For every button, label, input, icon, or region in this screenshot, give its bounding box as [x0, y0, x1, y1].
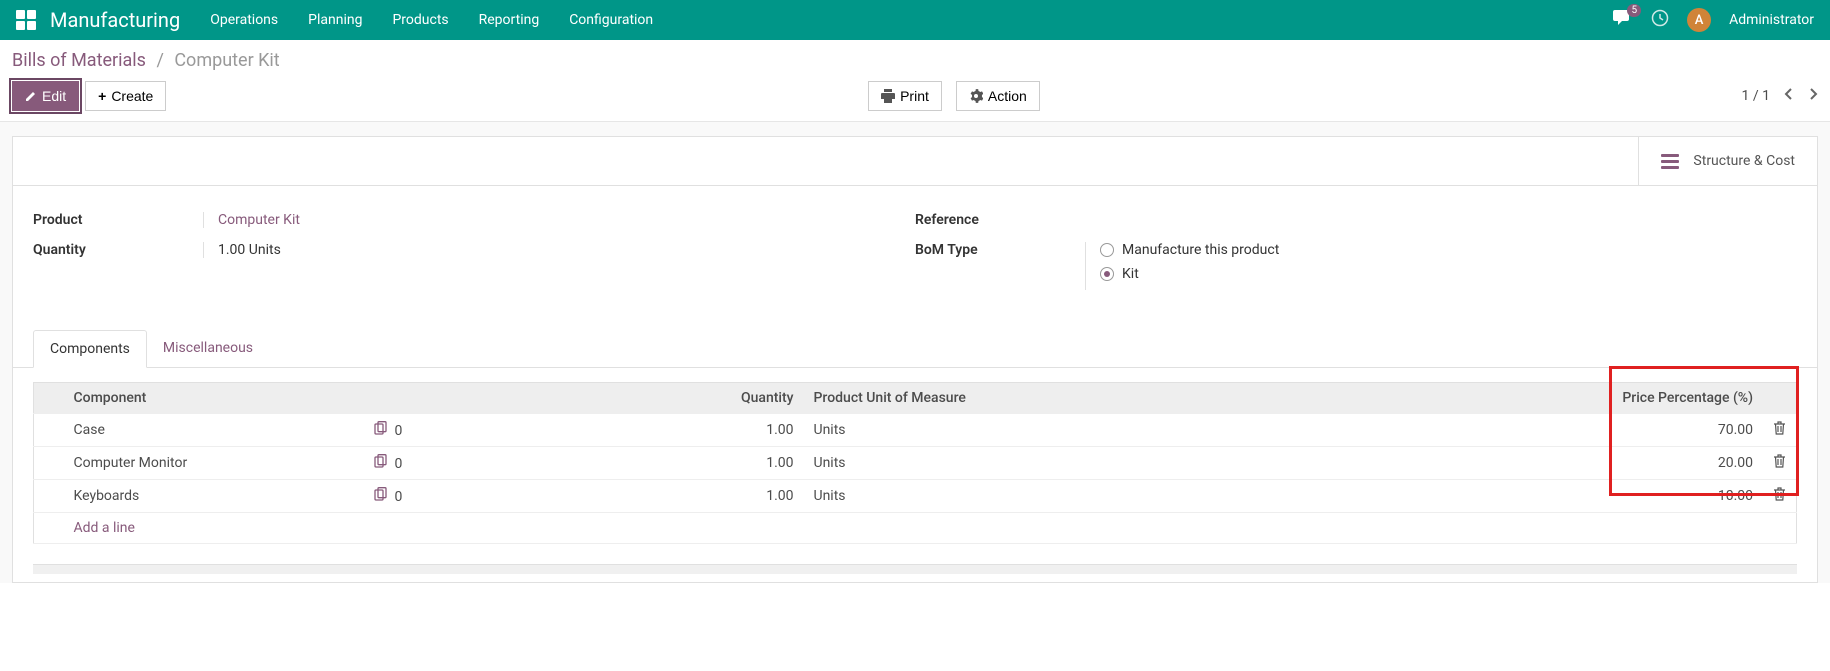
cell-sub: 0 — [394, 423, 402, 439]
user-avatar[interactable]: A — [1687, 8, 1711, 32]
bom-type-kit[interactable]: Kit — [1100, 266, 1797, 282]
cell-component: Computer Monitor — [64, 447, 364, 480]
highlight-annotation — [1609, 366, 1799, 496]
structure-cost-button[interactable]: Structure & Cost — [1638, 137, 1817, 185]
pager-prev-icon[interactable] — [1784, 87, 1794, 105]
reference-label: Reference — [915, 212, 1085, 228]
cell-qty: 1.00 — [444, 447, 804, 480]
pencil-icon — [25, 90, 37, 102]
radio-checked-icon — [1100, 267, 1114, 281]
bars-icon — [1661, 154, 1679, 169]
cell-component: Keyboards — [64, 480, 364, 513]
tabs: Components Miscellaneous — [13, 330, 1817, 368]
cell-qty: 1.00 — [444, 414, 804, 447]
th-component[interactable]: Component — [64, 383, 364, 414]
pager-text[interactable]: 1 / 1 — [1742, 88, 1770, 104]
add-line-row: Add a line — [34, 513, 1797, 544]
add-line-link[interactable]: Add a line — [74, 520, 135, 536]
user-name[interactable]: Administrator — [1729, 12, 1814, 28]
menu-configuration[interactable]: Configuration — [569, 12, 653, 28]
cell-uom: Units — [804, 414, 1204, 447]
components-table: Component Quantity Product Unit of Measu… — [33, 382, 1797, 544]
radio-icon — [1100, 243, 1114, 257]
messaging-icon[interactable]: 5 — [1613, 10, 1633, 30]
table-row[interactable]: Case 0 1.00 Units 70.00 — [34, 414, 1797, 447]
tab-components[interactable]: Components — [33, 330, 147, 368]
copy-icon[interactable] — [374, 423, 391, 439]
copy-icon[interactable] — [374, 489, 391, 505]
product-label: Product — [33, 212, 203, 228]
breadcrumb: Bills of Materials / Computer Kit — [12, 50, 1818, 71]
menu-operations[interactable]: Operations — [210, 12, 278, 28]
edit-button[interactable]: Edit — [12, 81, 79, 111]
cell-sub: 0 — [394, 456, 402, 472]
cell-qty: 1.00 — [444, 480, 804, 513]
message-count-badge: 5 — [1627, 4, 1641, 17]
create-button[interactable]: + Create — [85, 81, 166, 111]
bom-type-radios: Manufacture this product Kit — [1085, 242, 1797, 290]
horizontal-scrollbar[interactable] — [33, 564, 1797, 574]
tab-miscellaneous[interactable]: Miscellaneous — [147, 330, 269, 367]
apps-icon[interactable] — [16, 10, 36, 30]
bom-type-label: BoM Type — [915, 242, 1085, 258]
plus-icon: + — [98, 88, 106, 104]
table-row[interactable]: Computer Monitor 0 1.00 Units 20.00 — [34, 447, 1797, 480]
cell-sub: 0 — [394, 489, 402, 505]
form-sheet: Structure & Cost Product Computer Kit Qu… — [12, 136, 1818, 583]
top-navbar: Manufacturing Operations Planning Produc… — [0, 0, 1830, 40]
th-uom[interactable]: Product Unit of Measure — [804, 383, 1204, 414]
menu-planning[interactable]: Planning — [308, 12, 362, 28]
quantity-label: Quantity — [33, 242, 203, 258]
cell-component: Case — [64, 414, 364, 447]
app-brand[interactable]: Manufacturing — [50, 8, 180, 32]
menu-products[interactable]: Products — [392, 12, 448, 28]
table-header-row: Component Quantity Product Unit of Measu… — [34, 383, 1797, 414]
quantity-value: 1.00 Units — [203, 242, 915, 258]
breadcrumb-sep: / — [156, 50, 163, 71]
cell-uom: Units — [804, 447, 1204, 480]
table-row[interactable]: Keyboards 0 1.00 Units 10.00 — [34, 480, 1797, 513]
activity-icon[interactable] — [1651, 9, 1669, 31]
main-menu: Operations Planning Products Reporting C… — [210, 12, 1613, 28]
pager-next-icon[interactable] — [1808, 87, 1818, 105]
copy-icon[interactable] — [374, 456, 391, 472]
breadcrumb-root[interactable]: Bills of Materials — [12, 50, 146, 71]
print-button[interactable]: Print — [868, 81, 942, 111]
cell-uom: Units — [804, 480, 1204, 513]
control-panel: Bills of Materials / Computer Kit Edit +… — [0, 40, 1830, 122]
th-quantity[interactable]: Quantity — [444, 383, 804, 414]
menu-reporting[interactable]: Reporting — [479, 12, 540, 28]
bom-type-manufacture[interactable]: Manufacture this product — [1100, 242, 1797, 258]
gear-icon — [969, 89, 983, 103]
breadcrumb-leaf: Computer Kit — [174, 50, 279, 71]
print-icon — [881, 89, 895, 103]
action-button[interactable]: Action — [956, 81, 1040, 111]
product-value[interactable]: Computer Kit — [203, 212, 915, 228]
